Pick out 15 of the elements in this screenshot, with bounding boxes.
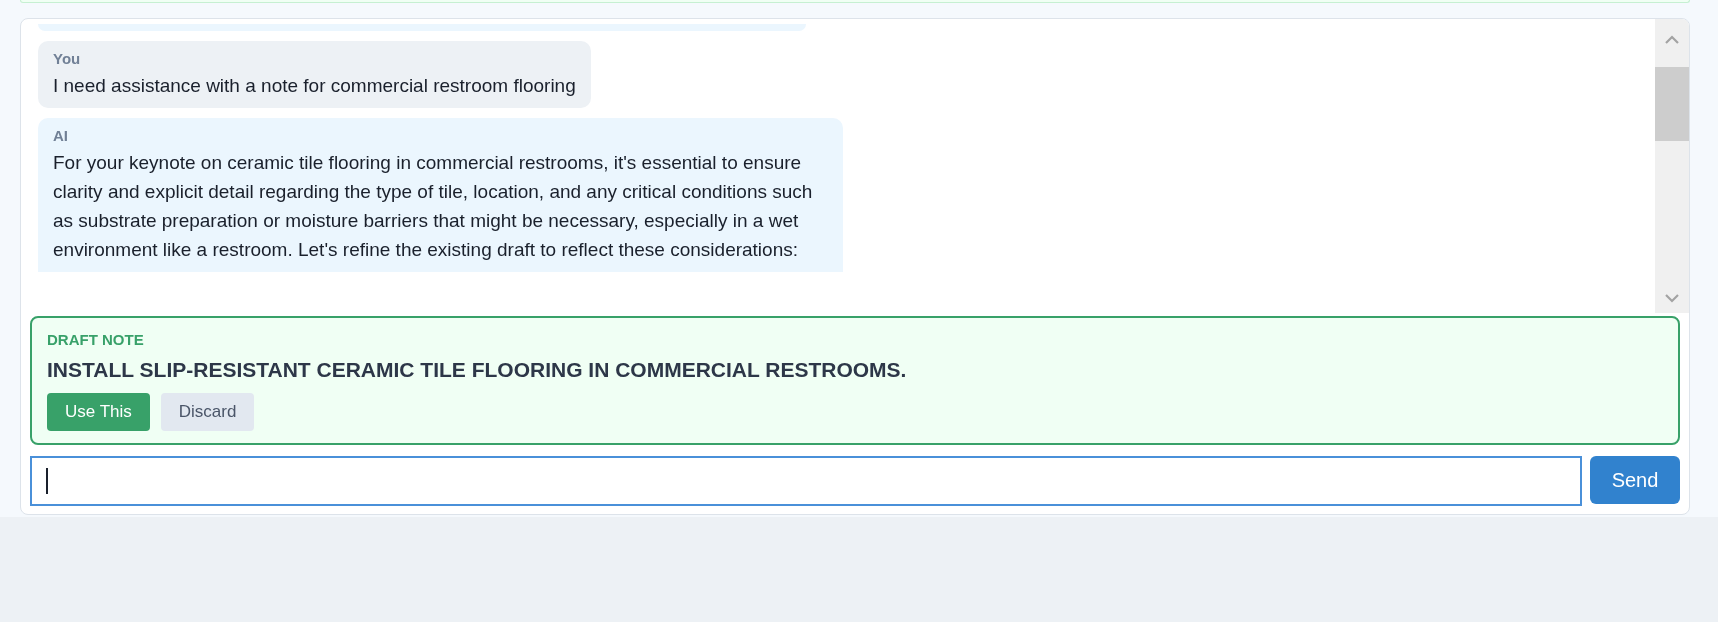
scroll-down-icon[interactable] bbox=[1664, 293, 1680, 303]
draft-label: DRAFT NOTE bbox=[47, 331, 144, 348]
use-button[interactable]: Use This bbox=[47, 393, 150, 431]
message-text: I need assistance with a note for commercial restroom flooring bbox=[53, 74, 576, 98]
scrollbar[interactable] bbox=[1655, 19, 1689, 313]
draft-text: INSTALL SLIP-RESISTANT CERAMIC TILE FLOORING IN COMMERCIAL RESTROOMS. bbox=[47, 358, 908, 382]
message-text: For your keynote on ceramic tile flooring in commercial restrooms, it's essential to ensure clarity and explicit detail regarding the type of tile, location, and any critical conditions such as substrate preparation or moisture barriers that might be necessary, especially in a wet environment like a restroom. Let's refine the existing draft to reflect these considerations: bbox=[53, 151, 814, 262]
message-input[interactable] bbox=[30, 456, 1582, 506]
message-sender: AI bbox=[53, 127, 68, 144]
message-sender: You bbox=[53, 50, 81, 67]
discard-button[interactable]: Discard bbox=[160, 393, 255, 431]
scroll-up-icon[interactable] bbox=[1664, 35, 1680, 45]
send-button[interactable]: Send bbox=[1590, 456, 1680, 504]
text-cursor bbox=[46, 468, 48, 494]
scroll-thumb[interactable] bbox=[1655, 67, 1689, 141]
